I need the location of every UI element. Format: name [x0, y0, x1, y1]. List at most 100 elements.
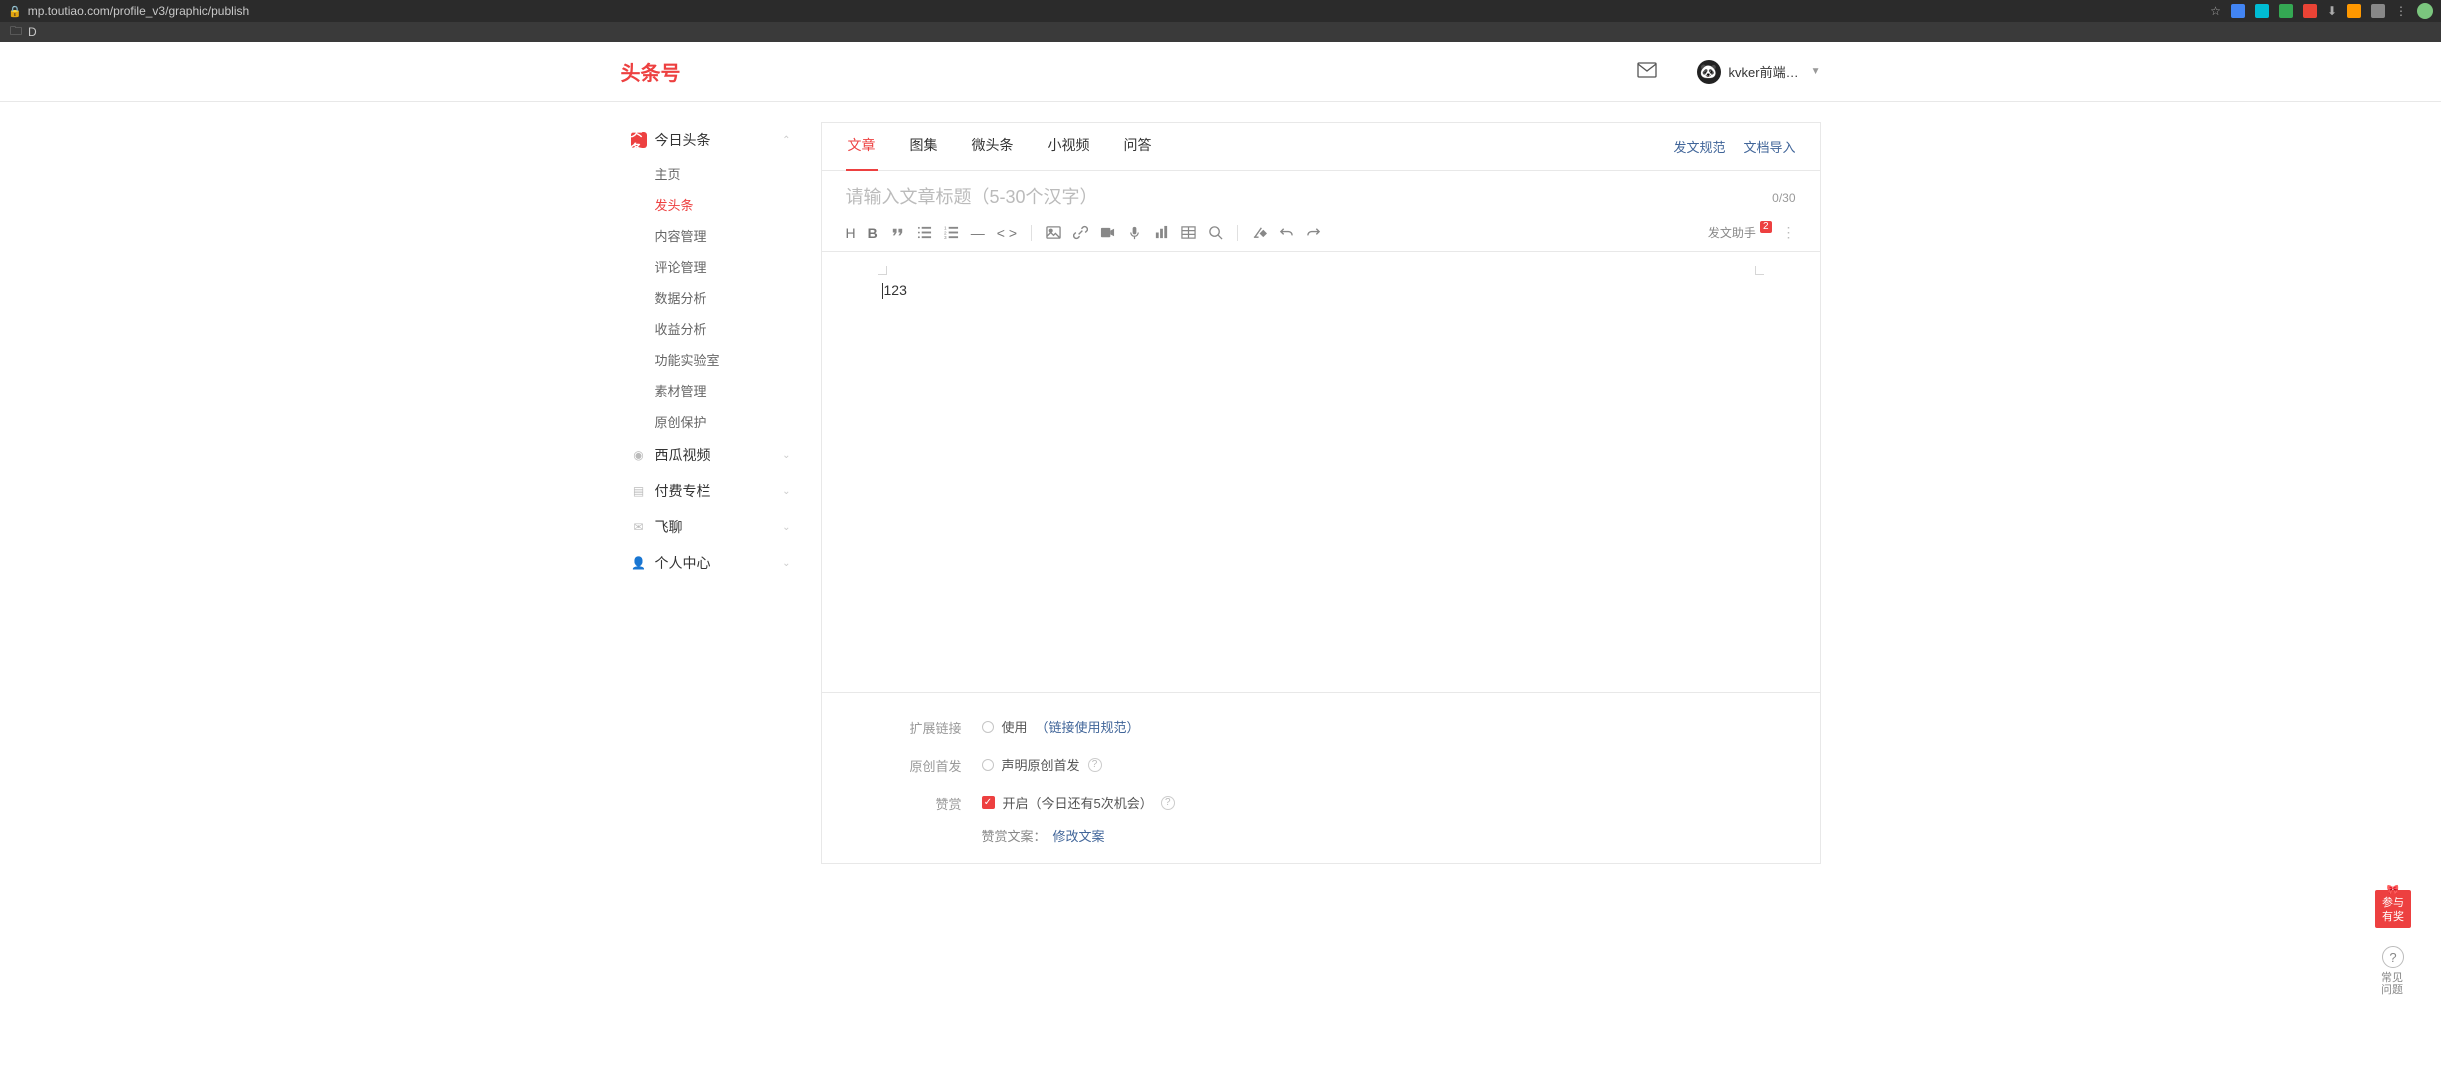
edit-reward-text-link[interactable]: 修改文案: [1053, 826, 1105, 845]
checkbox-enable-reward[interactable]: ✓: [982, 796, 995, 809]
sidebar-item[interactable]: 内容管理: [655, 220, 801, 251]
tab-link[interactable]: 文档导入: [1743, 137, 1795, 156]
bookmark-folder[interactable]: D: [28, 25, 37, 39]
hr-button[interactable]: —: [971, 225, 985, 241]
article-editor[interactable]: 123: [882, 282, 1760, 662]
faq-widget[interactable]: ? 常见问题: [2381, 946, 2405, 996]
link-usage-guide[interactable]: （链接使用规范）: [1036, 717, 1140, 736]
vote-button[interactable]: [1154, 225, 1169, 240]
user-name: kvker前端…: [1729, 62, 1799, 81]
undo-button[interactable]: [1279, 225, 1294, 240]
sidebar-section-feiliao[interactable]: ✉ 飞聊 ⌄: [621, 509, 801, 545]
extension-icon[interactable]: [2347, 4, 2361, 18]
tab[interactable]: 小视频: [1046, 122, 1092, 171]
chevron-down-icon: ⌄: [782, 486, 790, 497]
writing-assistant[interactable]: 发文助手 2: [1708, 224, 1772, 241]
tab-link[interactable]: 发文规范: [1673, 137, 1725, 156]
sidebar-section-toutiao[interactable]: 头条 今日头条 ⌃: [621, 122, 801, 158]
float-widgets: 🎀 参与有奖 ? 常见问题: [2375, 890, 2411, 996]
tab-bar: 文章图集微头条小视频问答 发文规范文档导入: [822, 123, 1820, 171]
promo-widget[interactable]: 🎀 参与有奖: [2375, 890, 2411, 928]
article-title-input[interactable]: [846, 187, 1761, 208]
chat-icon: ✉: [631, 519, 647, 535]
sidebar-item[interactable]: 功能实验室: [655, 344, 801, 375]
bold-button[interactable]: B: [868, 225, 878, 241]
tab[interactable]: 文章: [846, 122, 878, 171]
help-icon[interactable]: ?: [1088, 758, 1102, 772]
link-button[interactable]: [1073, 225, 1088, 240]
svg-text:3: 3: [944, 235, 947, 240]
setting-label-extlink: 扩展链接: [882, 717, 962, 737]
brand-logo[interactable]: 头条号: [621, 57, 681, 86]
browser-extensions: ☆ ⬇ ⋮: [2210, 3, 2433, 19]
column-icon: ▤: [631, 483, 647, 499]
search-doc-button[interactable]: [1208, 225, 1223, 240]
content-area: 文章图集微头条小视频问答 发文规范文档导入 0/30 H B: [801, 102, 1821, 904]
tab[interactable]: 微头条: [970, 122, 1016, 171]
star-icon[interactable]: ☆: [2210, 4, 2221, 18]
reward-text-label: 赞赏文案：: [982, 826, 1047, 845]
title-char-counter: 0/30: [1772, 191, 1795, 205]
url-text: mp.toutiao.com/profile_v3/graphic/publis…: [28, 4, 2210, 18]
tab[interactable]: 图集: [908, 122, 940, 171]
clear-format-button[interactable]: [1252, 225, 1267, 240]
setting-label-original: 原创首发: [882, 755, 962, 775]
chevron-down-icon: ⌄: [782, 522, 790, 533]
blockquote-button[interactable]: [890, 225, 905, 240]
lock-icon: 🔒: [8, 5, 22, 18]
setting-label-reward: 赞赏: [882, 793, 962, 813]
tab[interactable]: 问答: [1122, 122, 1154, 171]
publish-settings: 扩展链接 使用 （链接使用规范） 原创首发 声明原创首发 ?: [822, 692, 1820, 845]
bookmark-bar: 🗀 D: [0, 22, 2441, 42]
video-button[interactable]: [1100, 225, 1115, 240]
browser-profile-avatar[interactable]: [2417, 3, 2433, 19]
mail-icon[interactable]: [1637, 62, 1657, 81]
sidebar-item[interactable]: 素材管理: [655, 375, 801, 406]
sidebar-item[interactable]: 发头条: [655, 189, 801, 220]
gift-icon: 🎀: [2387, 884, 2399, 898]
menu-icon[interactable]: ⋮: [2395, 4, 2407, 18]
sidebar-item[interactable]: 原创保护: [655, 406, 801, 437]
corner-mark: [1755, 266, 1764, 275]
chevron-down-icon: ⌄: [782, 450, 790, 461]
extension-icon[interactable]: [2279, 4, 2293, 18]
sidebar-item[interactable]: 数据分析: [655, 282, 801, 313]
extension-icon[interactable]: [2231, 4, 2245, 18]
table-button[interactable]: [1181, 225, 1196, 240]
user-icon: 👤: [631, 555, 647, 571]
user-menu[interactable]: 🐼 kvker前端… ▼: [1697, 60, 1821, 84]
audio-button[interactable]: [1127, 225, 1142, 240]
chevron-up-icon: ⌃: [782, 135, 790, 146]
ol-button[interactable]: 123: [944, 225, 959, 240]
download-icon[interactable]: ⬇: [2327, 4, 2337, 18]
ul-button[interactable]: [917, 225, 932, 240]
sidebar-section-xigua[interactable]: ◉ 西瓜视频 ⌄: [621, 437, 801, 473]
radio-use-link[interactable]: [982, 721, 994, 733]
toutiao-icon: 头条: [631, 132, 647, 148]
toolbar-more-icon[interactable]: ⋮: [1782, 224, 1796, 241]
sidebar-section-paid[interactable]: ▤ 付费专栏 ⌄: [621, 473, 801, 509]
chevron-down-icon: ▼: [1811, 66, 1821, 77]
extension-icon[interactable]: [2255, 4, 2269, 18]
chevron-down-icon: ⌄: [782, 558, 790, 569]
redo-button[interactable]: [1306, 225, 1321, 240]
help-icon[interactable]: ?: [1161, 796, 1175, 810]
editor-toolbar: H B 123 — < >: [822, 218, 1820, 252]
folder-icon[interactable]: 🗀: [10, 22, 22, 43]
image-button[interactable]: [1046, 225, 1061, 240]
sidebar-item[interactable]: 收益分析: [655, 313, 801, 344]
sidebar-item[interactable]: 评论管理: [655, 251, 801, 282]
sidebar: 头条 今日头条 ⌃ 主页发头条内容管理评论管理数据分析收益分析功能实验室素材管理…: [621, 102, 801, 904]
corner-mark: [878, 266, 887, 275]
heading-button[interactable]: H: [846, 225, 856, 241]
sidebar-section-profile[interactable]: 👤 个人中心 ⌄: [621, 545, 801, 581]
extension-icon[interactable]: [2371, 4, 2385, 18]
browser-address-bar: 🔒 mp.toutiao.com/profile_v3/graphic/publ…: [0, 0, 2441, 22]
code-button[interactable]: < >: [997, 225, 1017, 241]
assistant-badge: 2: [1760, 221, 1772, 233]
sidebar-item[interactable]: 主页: [655, 158, 801, 189]
extension-icon[interactable]: [2303, 4, 2317, 18]
video-icon: ◉: [631, 447, 647, 463]
radio-declare-original[interactable]: [982, 759, 994, 771]
user-avatar: 🐼: [1697, 60, 1721, 84]
